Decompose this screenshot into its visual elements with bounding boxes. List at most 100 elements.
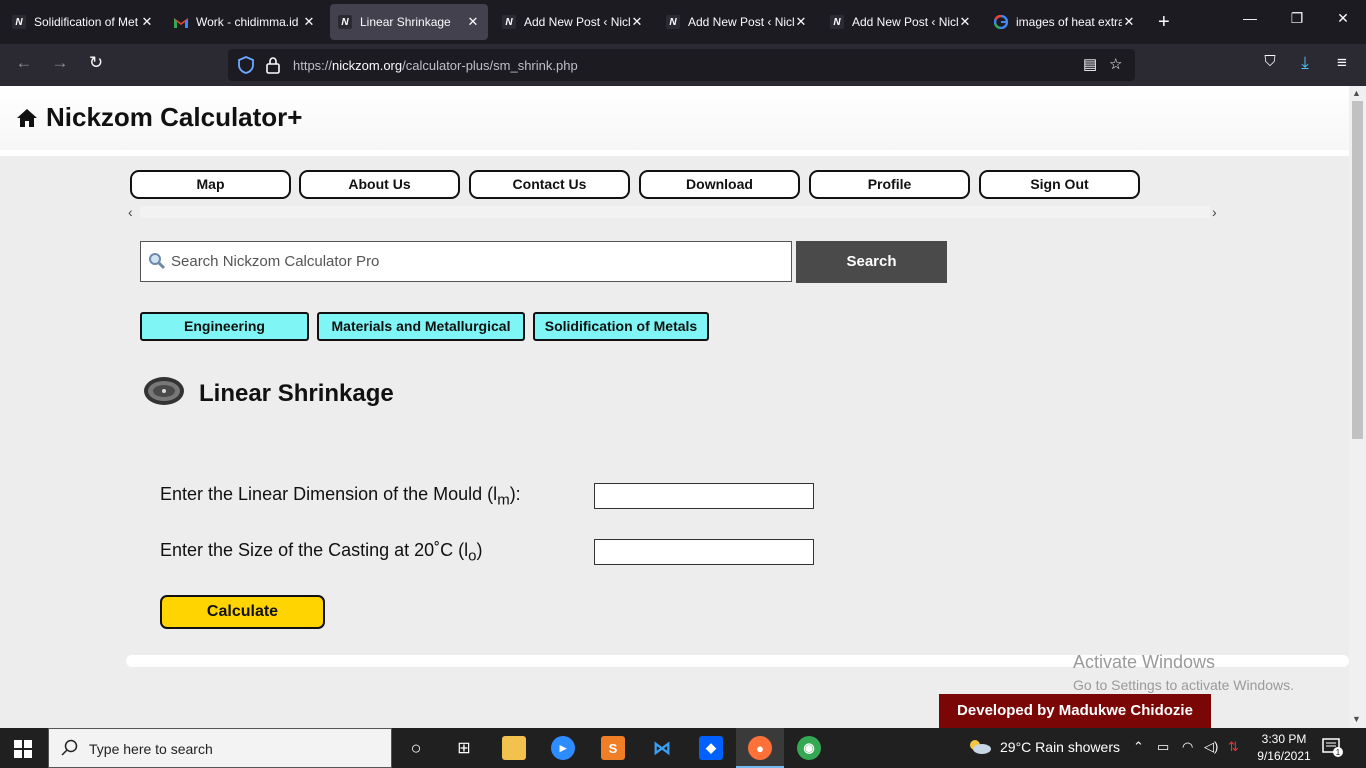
windows-start-icon[interactable] bbox=[14, 740, 32, 758]
close-tab-icon[interactable]: ✕ bbox=[630, 14, 644, 30]
firefox-icon[interactable]: ● bbox=[748, 736, 772, 760]
scroll-up-icon[interactable]: ▲ bbox=[1352, 88, 1361, 98]
menu-scroll-track[interactable] bbox=[140, 206, 1210, 218]
tab-title: Add New Post ‹ Nicl bbox=[688, 15, 794, 29]
casting-size-label: Enter the Size of the Casting at 20˚C (l… bbox=[160, 540, 483, 565]
rain-cloud-icon bbox=[970, 740, 991, 754]
weather-widget[interactable]: 29°C Rain showers bbox=[968, 739, 1120, 755]
url-host: nickzom.org bbox=[332, 58, 403, 73]
network-alert-icon[interactable]: ⇅ bbox=[1228, 739, 1239, 755]
nickzom-favicon-icon: N bbox=[12, 15, 26, 29]
close-tab-icon[interactable]: ✕ bbox=[140, 14, 154, 30]
label-tail: ) bbox=[476, 540, 483, 560]
gmail-favicon-icon bbox=[174, 15, 188, 29]
close-tab-icon[interactable]: ✕ bbox=[958, 14, 972, 30]
new-tab-icon[interactable]: + bbox=[1158, 10, 1170, 34]
nickzom-favicon-icon: N bbox=[830, 15, 844, 29]
close-window-icon[interactable]: ✕ bbox=[1333, 10, 1353, 27]
browser-tab[interactable]: N Add New Post ‹ Nicl ✕ bbox=[658, 4, 816, 40]
browser-tab[interactable]: images of heat extra ✕ bbox=[986, 4, 1144, 40]
scroll-right-icon[interactable]: › bbox=[1212, 204, 1217, 220]
tray-overflow-icon[interactable]: ⌃ bbox=[1133, 739, 1144, 755]
forward-icon[interactable]: → bbox=[48, 53, 72, 73]
search-icon bbox=[61, 739, 78, 756]
menu-map-button[interactable]: Map bbox=[130, 170, 291, 199]
dropbox-icon[interactable]: ◆ bbox=[699, 736, 723, 760]
notification-center-icon[interactable]: 1 bbox=[1322, 738, 1344, 758]
browser-tab[interactable]: N Add New Post ‹ Nicl ✕ bbox=[494, 4, 652, 40]
vscode-icon[interactable]: ⋈ bbox=[650, 736, 674, 760]
close-tab-icon[interactable]: ✕ bbox=[1122, 14, 1136, 30]
reader-view-icon[interactable]: ▤ bbox=[1083, 55, 1097, 73]
chrome-icon[interactable]: ◉ bbox=[797, 736, 821, 760]
mould-dimension-input[interactable] bbox=[594, 483, 814, 509]
hamburger-menu-icon[interactable]: ≡ bbox=[1330, 53, 1354, 73]
scrollbar-thumb[interactable] bbox=[1352, 101, 1363, 439]
calculator-thumbnail-icon bbox=[144, 377, 184, 405]
shield-icon[interactable] bbox=[238, 56, 254, 74]
cortana-icon[interactable]: ○ bbox=[404, 736, 428, 760]
back-icon[interactable]: ← bbox=[12, 53, 36, 73]
clock-time: 3:30 PM bbox=[1261, 732, 1307, 746]
home-icon bbox=[17, 108, 37, 127]
taskbar-search-placeholder: Type here to search bbox=[89, 741, 213, 757]
wifi-icon[interactable]: ◠ bbox=[1182, 739, 1193, 755]
breadcrumb-materials[interactable]: Materials and Metallurgical bbox=[317, 312, 525, 341]
mould-dimension-label: Enter the Linear Dimension of the Mould … bbox=[160, 484, 521, 509]
battery-icon[interactable]: ▭ bbox=[1157, 739, 1169, 755]
developer-credit[interactable]: Developed by Madukwe Chidozie bbox=[939, 694, 1211, 728]
calculator-title: Linear Shrinkage bbox=[199, 380, 394, 407]
volume-icon[interactable]: ◁) bbox=[1204, 739, 1218, 755]
download-icon[interactable]: ⤓ bbox=[1293, 53, 1317, 73]
header-divider bbox=[0, 150, 1349, 156]
lock-icon[interactable] bbox=[266, 56, 280, 74]
pocket-icon[interactable]: ⛉ bbox=[1258, 53, 1282, 70]
calculate-button[interactable]: Calculate bbox=[160, 595, 325, 629]
close-tab-icon[interactable]: ✕ bbox=[466, 14, 480, 30]
breadcrumb-solidification[interactable]: Solidification of Metals bbox=[533, 312, 709, 341]
label-subscript: o bbox=[468, 547, 477, 565]
browser-tab-active[interactable]: N Linear Shrinkage ✕ bbox=[330, 4, 488, 40]
site-title[interactable]: Nickzom Calculator+ bbox=[16, 102, 302, 133]
url-text[interactable]: https://nickzom.org/calculator-plus/sm_s… bbox=[293, 58, 578, 73]
browser-tab[interactable]: N Add New Post ‹ Nicl ✕ bbox=[822, 4, 980, 40]
tab-title: Add New Post ‹ Nicl bbox=[524, 15, 630, 29]
casting-size-input[interactable] bbox=[594, 539, 814, 565]
menu-profile-button[interactable]: Profile bbox=[809, 170, 970, 199]
nickzom-favicon-icon: N bbox=[338, 15, 352, 29]
search-button[interactable]: Search bbox=[796, 241, 947, 283]
menu-contact-us-button[interactable]: Contact Us bbox=[469, 170, 630, 199]
tab-title: Add New Post ‹ Nicl bbox=[852, 15, 958, 29]
site-title-text: Nickzom Calculator+ bbox=[46, 102, 303, 132]
page-scrollbar[interactable]: ▲ ▼ bbox=[1349, 86, 1366, 728]
close-tab-icon[interactable]: ✕ bbox=[302, 14, 316, 30]
restore-icon[interactable]: ❐ bbox=[1287, 10, 1307, 27]
minimize-icon[interactable]: — bbox=[1240, 10, 1260, 26]
search-input[interactable] bbox=[140, 241, 792, 282]
tab-title: Linear Shrinkage bbox=[360, 15, 451, 29]
tab-title: Solidification of Met bbox=[34, 15, 139, 29]
taskbar-search[interactable]: Type here to search bbox=[48, 728, 392, 768]
task-view-icon[interactable]: ⊞ bbox=[452, 736, 476, 760]
browser-tab[interactable]: N Solidification of Met ✕ bbox=[4, 4, 162, 40]
browser-tab[interactable]: Work - chidimma.id ✕ bbox=[166, 4, 324, 40]
activate-windows-watermark: Activate Windows Go to Settings to activ… bbox=[1073, 652, 1294, 693]
scroll-down-icon[interactable]: ▼ bbox=[1352, 714, 1361, 724]
url-bar[interactable]: https://nickzom.org/calculator-plus/sm_s… bbox=[228, 49, 1135, 81]
nickzom-favicon-icon: N bbox=[502, 15, 516, 29]
reload-icon[interactable]: ↻ bbox=[84, 53, 108, 73]
scroll-left-icon[interactable]: ‹ bbox=[128, 204, 133, 220]
bookmark-star-icon[interactable]: ☆ bbox=[1109, 55, 1122, 73]
file-explorer-icon[interactable] bbox=[502, 736, 526, 760]
url-prefix: https:// bbox=[293, 58, 333, 73]
close-tab-icon[interactable]: ✕ bbox=[794, 14, 808, 30]
breadcrumb-engineering[interactable]: Engineering bbox=[140, 312, 309, 341]
menu-about-us-button[interactable]: About Us bbox=[299, 170, 460, 199]
watermark-subtitle: Go to Settings to activate Windows. bbox=[1073, 677, 1294, 693]
zoom-icon[interactable]: ▸ bbox=[551, 736, 575, 760]
menu-download-button[interactable]: Download bbox=[639, 170, 800, 199]
sublime-text-icon[interactable]: S bbox=[601, 736, 625, 760]
tab-title: images of heat extra bbox=[1016, 15, 1122, 29]
system-clock[interactable]: 3:30 PM 9/16/2021 bbox=[1248, 731, 1320, 765]
menu-sign-out-button[interactable]: Sign Out bbox=[979, 170, 1140, 199]
